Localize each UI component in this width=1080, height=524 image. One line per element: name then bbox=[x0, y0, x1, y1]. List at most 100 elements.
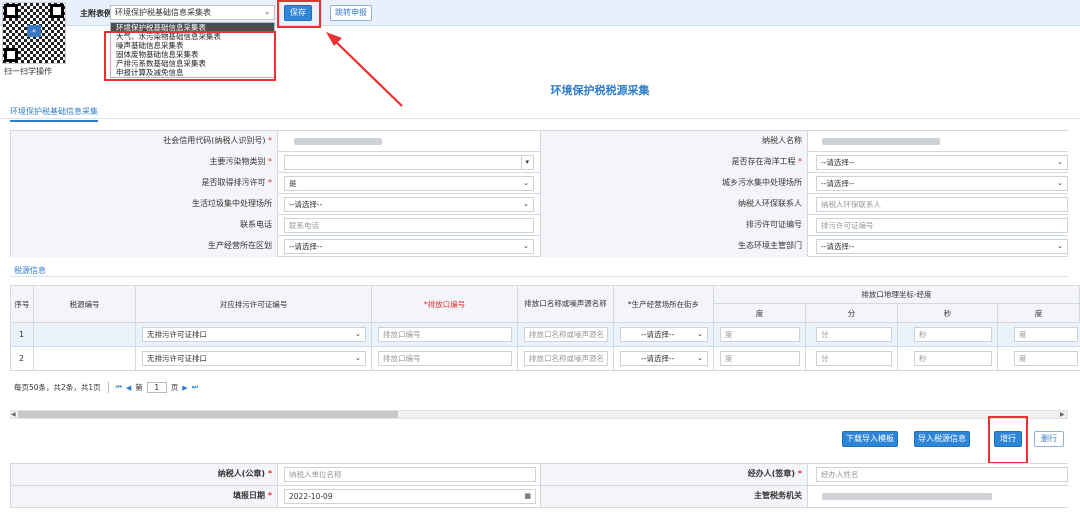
field-label: 城乡污水集中处理场所 bbox=[540, 173, 808, 194]
outlet-name-input[interactable]: 排放口名称或噪声源名 bbox=[524, 351, 608, 366]
chevron-down-icon: ⌄ bbox=[355, 354, 361, 362]
page-suffix: 页 bbox=[170, 383, 179, 392]
qr-logo-icon: « bbox=[27, 25, 41, 37]
next-page-icon[interactable]: ▶ bbox=[182, 384, 187, 392]
scrollbar-thumb[interactable] bbox=[18, 411, 398, 418]
field-label: 是否存在海洋工程 * bbox=[540, 152, 808, 173]
street-select[interactable]: --请选择-- ⌄ bbox=[620, 327, 708, 342]
cell-min: 分 bbox=[806, 323, 898, 347]
cell-deg: 度 bbox=[714, 323, 806, 347]
handler-input[interactable]: 经办人姓名 bbox=[816, 467, 1068, 482]
deg-input[interactable]: 度 bbox=[720, 327, 800, 342]
field-label: 社会信用代码(纳税人识别号) * bbox=[10, 131, 278, 152]
fill-date-input[interactable]: 2022-10-09 ▦ bbox=[284, 489, 536, 504]
scroll-left-icon[interactable]: ◀ bbox=[11, 411, 16, 418]
import-source-button[interactable]: 导入税源信息 bbox=[914, 431, 970, 447]
field-label: 是否取得排污许可 * bbox=[10, 173, 278, 194]
deg2-input[interactable]: 度 bbox=[1014, 351, 1078, 366]
marine-engineering-select[interactable]: --请选择-- ⌄ bbox=[816, 155, 1068, 170]
tab-basic-info[interactable]: 环境保护税基础信息采集 bbox=[10, 106, 98, 122]
masked-tax-office bbox=[822, 493, 992, 500]
pollutant-type-select[interactable]: ▾ bbox=[284, 155, 534, 170]
sewage-site-select[interactable]: --请选择-- ⌄ bbox=[816, 176, 1068, 191]
permit-select[interactable]: 无排污许可证排口 ⌄ bbox=[142, 351, 366, 366]
qr-corner-marker bbox=[50, 4, 64, 18]
field-label: 生产经营所在区划 bbox=[10, 236, 278, 257]
contact-person-input[interactable]: 纳税人环保联系人 bbox=[816, 197, 1068, 212]
taxpayer-seal-input[interactable]: 纳税人单位名称 bbox=[284, 467, 536, 482]
form-selector[interactable]: 环境保护税基础信息采集表 ⌄ bbox=[110, 5, 275, 20]
min-input[interactable]: 分 bbox=[816, 327, 892, 342]
page-prefix: 第 bbox=[135, 383, 143, 392]
cell-sec: 秒 bbox=[898, 347, 998, 371]
dropdown-arrow-icon: ▾ bbox=[521, 156, 529, 169]
outlet-name-input[interactable]: 排放口名称或噪声源名 bbox=[524, 327, 608, 342]
cell-permit: 无排污许可证排口 ⌄ bbox=[136, 347, 372, 371]
cell-deg2: 度 bbox=[998, 347, 1080, 371]
form-selector-value: 环境保护税基础信息采集表 bbox=[115, 8, 211, 17]
prev-page-icon[interactable]: ◀ bbox=[126, 384, 131, 392]
first-page-icon[interactable]: ⏮ bbox=[116, 383, 122, 392]
sec-input[interactable]: 秒 bbox=[914, 351, 992, 366]
field-label: 联系电话 bbox=[10, 215, 278, 236]
deg2-input[interactable]: 度 bbox=[1014, 327, 1078, 342]
sec-input[interactable]: 秒 bbox=[914, 327, 992, 342]
form-row: 纳税人(公章) * 纳税人单位名称 经办人(签章) * 经办人姓名 bbox=[10, 464, 1068, 486]
col-header-outlet-name: 排放口名称或噪声源名称 bbox=[518, 285, 614, 323]
garbage-site-select[interactable]: --请选择-- ⌄ bbox=[284, 197, 534, 212]
form-row: 生产经营所在区划 --请选择-- ⌄ 生态环境主管部门 --请选择-- ⌄ bbox=[10, 236, 1068, 257]
cell-source-no bbox=[34, 323, 136, 347]
permit-select[interactable]: 无排污许可证排口 ⌄ bbox=[142, 327, 366, 342]
annotation-highlight-dropdown bbox=[104, 31, 276, 81]
col-header-outlet-no: *排放口编号 bbox=[372, 285, 518, 323]
cell-outlet-name: 排放口名称或噪声源名 bbox=[518, 323, 614, 347]
section-divider bbox=[10, 276, 1068, 277]
cell-outlet-name: 排放口名称或噪声源名 bbox=[518, 347, 614, 371]
cell-outlet: 排放口编号 bbox=[372, 347, 518, 371]
download-template-button[interactable]: 下载导入模板 bbox=[842, 431, 898, 447]
section-tab-source[interactable]: 税源信息 bbox=[14, 265, 46, 276]
permit-select[interactable]: 是 ⌄ bbox=[284, 176, 534, 191]
qr-corner-marker bbox=[4, 4, 18, 18]
street-select[interactable]: --请选择-- ⌄ bbox=[620, 351, 708, 366]
field-label: 主管税务机关 bbox=[540, 486, 808, 507]
qr-corner-marker bbox=[4, 48, 18, 62]
col-header-sec: 秒 bbox=[898, 304, 998, 323]
divider bbox=[107, 382, 109, 393]
outlet-no-input[interactable]: 排放口编号 bbox=[378, 351, 512, 366]
tab-divider bbox=[0, 118, 1080, 119]
chevron-down-icon: ⌄ bbox=[523, 179, 529, 187]
pager: 每页50条，共2条，共1页 ⏮ ◀ 第 1 页 ▶ ⏭ bbox=[14, 382, 198, 393]
col-header-deg: 度 bbox=[714, 304, 806, 323]
chevron-down-icon: ⌄ bbox=[697, 354, 703, 362]
phone-input[interactable]: 联系电话 bbox=[284, 218, 534, 233]
calendar-icon[interactable]: ▦ bbox=[524, 490, 531, 503]
last-page-icon[interactable]: ⏭ bbox=[192, 383, 198, 392]
cell-street: --请选择-- ⌄ bbox=[614, 347, 714, 371]
min-input[interactable]: 分 bbox=[816, 351, 892, 366]
scroll-right-icon[interactable]: ▶ bbox=[1060, 411, 1065, 418]
col-header-source-no: 税源编号 bbox=[34, 285, 136, 323]
chevron-down-icon: ⌄ bbox=[264, 8, 270, 16]
district-select[interactable]: --请选择-- ⌄ bbox=[284, 239, 534, 254]
outlet-no-input[interactable]: 排放口编号 bbox=[378, 327, 512, 342]
form-row: 主要污染物类别 * ▾ 是否存在海洋工程 * --请选择-- ⌄ bbox=[10, 152, 1068, 173]
eco-dept-select[interactable]: --请选择-- ⌄ bbox=[816, 239, 1068, 254]
annotation-highlight-add-row bbox=[988, 416, 1028, 464]
page-title: 环境保护税税源采集 bbox=[550, 84, 650, 97]
delete-row-button[interactable]: 删行 bbox=[1034, 431, 1064, 447]
permit-number-input[interactable]: 排污许可证编号 bbox=[816, 218, 1068, 233]
deg-input[interactable]: 度 bbox=[720, 351, 800, 366]
col-header-coords: 排放口地理坐标-经度 bbox=[714, 285, 1080, 304]
pager-summary: 每页50条，共2条，共1页 bbox=[14, 383, 101, 392]
field-label: 生活垃圾集中处理场所 bbox=[10, 194, 278, 215]
cell-deg2: 度 bbox=[998, 323, 1080, 347]
cell-deg: 度 bbox=[714, 347, 806, 371]
masked-taxpayer-name bbox=[822, 138, 940, 145]
chevron-down-icon: ⌄ bbox=[1057, 158, 1063, 166]
field-label: 主要污染物类别 * bbox=[10, 152, 278, 173]
basic-info-form: 社会信用代码(纳税人识别号) * 纳税人名称 主要污染物类别 * ▾ 是否存在海… bbox=[10, 130, 1068, 257]
jump-declare-button[interactable]: 跳转申报 bbox=[330, 5, 372, 21]
page-number-input[interactable]: 1 bbox=[146, 382, 167, 393]
field-label: 纳税人名称 bbox=[540, 131, 808, 152]
